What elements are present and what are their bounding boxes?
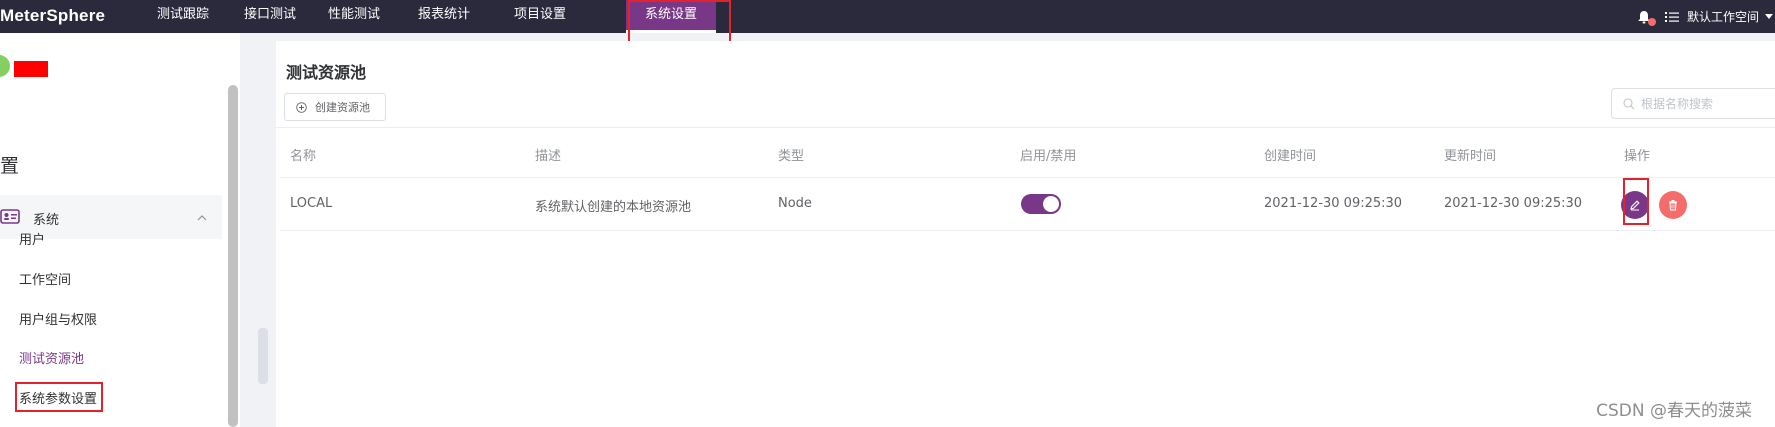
main-panel: 测试资源池 创建资源池 名称 描述 类型 启用/禁用 创建时间 更新时间 操作 …: [276, 41, 1775, 427]
sidebar-item-users[interactable]: 用户: [19, 229, 45, 248]
workspace-switcher[interactable]: 默认工作空间: [1687, 8, 1759, 25]
edit-button[interactable]: [1621, 191, 1649, 219]
toolbar-divider: [276, 127, 1775, 128]
bell-icon[interactable]: [1637, 10, 1656, 26]
sidebar-group-label: 系统: [33, 213, 60, 228]
edit-icon: [1630, 200, 1640, 211]
redacted-username: [14, 61, 48, 77]
search-input[interactable]: [1641, 96, 1771, 111]
enable-toggle[interactable]: [1021, 194, 1061, 214]
sidebar-item-user-groups[interactable]: 用户组与权限: [19, 309, 97, 328]
column-header-name: 名称: [290, 149, 317, 164]
column-header-status: 启用/禁用: [1020, 149, 1077, 164]
nav-test-tracking[interactable]: 测试跟踪: [138, 0, 228, 33]
sidebar-heading: 置: [0, 155, 20, 177]
sidebar-scrollbar[interactable]: [228, 85, 238, 427]
column-header-type: 类型: [778, 149, 805, 164]
create-resource-pool-button[interactable]: 创建资源池: [284, 93, 386, 121]
cell-created: 2021-12-30 09:25:30: [1264, 196, 1403, 211]
sidebar-item-workspace[interactable]: 工作空间: [19, 269, 71, 288]
search-icon: [1623, 97, 1635, 109]
column-header-actions: 操作: [1624, 149, 1651, 164]
cell-description: 系统默认创建的本地资源池: [535, 200, 692, 215]
cell-name: LOCAL: [290, 196, 333, 211]
user-avatar[interactable]: [0, 55, 10, 77]
delete-button[interactable]: [1659, 191, 1687, 219]
header-row-border: [280, 177, 1775, 178]
id-card-icon: [0, 209, 20, 224]
column-header-description: 描述: [535, 149, 562, 164]
chevron-up-icon[interactable]: [196, 209, 208, 221]
top-navbar: MeterSphere 测试跟踪 接口测试 性能测试 报表统计 项目设置 系统设…: [0, 0, 1775, 33]
nav-system-settings[interactable]: 系统设置: [626, 0, 716, 33]
watermark: CSDN @春天的菠菜: [1596, 401, 1752, 421]
cell-updated: 2021-12-30 09:25:30: [1444, 196, 1583, 211]
column-header-created: 创建时间: [1264, 149, 1317, 164]
nav-project-settings[interactable]: 项目设置: [492, 0, 588, 33]
notification-dot: [1647, 17, 1656, 26]
plus-circle-icon: [296, 101, 307, 113]
list-icon[interactable]: [1664, 10, 1679, 24]
sidebar-item-system-params[interactable]: 系统参数设置: [19, 388, 97, 407]
header-right-tools: 默认工作空间: [1637, 0, 1775, 33]
sidebar: 置 系统 用户 工作空间 用户组与权限 测试资源池 系统参数设置: [0, 33, 240, 427]
row-border: [280, 230, 1775, 231]
toggle-knob: [1043, 196, 1059, 212]
sidebar-item-resource-pool[interactable]: 测试资源池: [19, 348, 84, 367]
cell-type: Node: [778, 196, 812, 211]
create-button-label: 创建资源池: [315, 102, 370, 114]
sidebar-collapse-handle[interactable]: [258, 328, 268, 384]
nav-reports[interactable]: 报表统计: [396, 0, 492, 33]
trash-icon: [1669, 200, 1677, 211]
page-title: 测试资源池: [286, 63, 367, 82]
search-box[interactable]: [1611, 88, 1775, 119]
nav-api-test[interactable]: 接口测试: [228, 0, 312, 33]
caret-down-icon[interactable]: [1765, 14, 1773, 19]
app-logo[interactable]: MeterSphere: [0, 4, 105, 28]
nav-performance-test[interactable]: 性能测试: [312, 0, 396, 33]
column-header-updated: 更新时间: [1444, 149, 1497, 164]
